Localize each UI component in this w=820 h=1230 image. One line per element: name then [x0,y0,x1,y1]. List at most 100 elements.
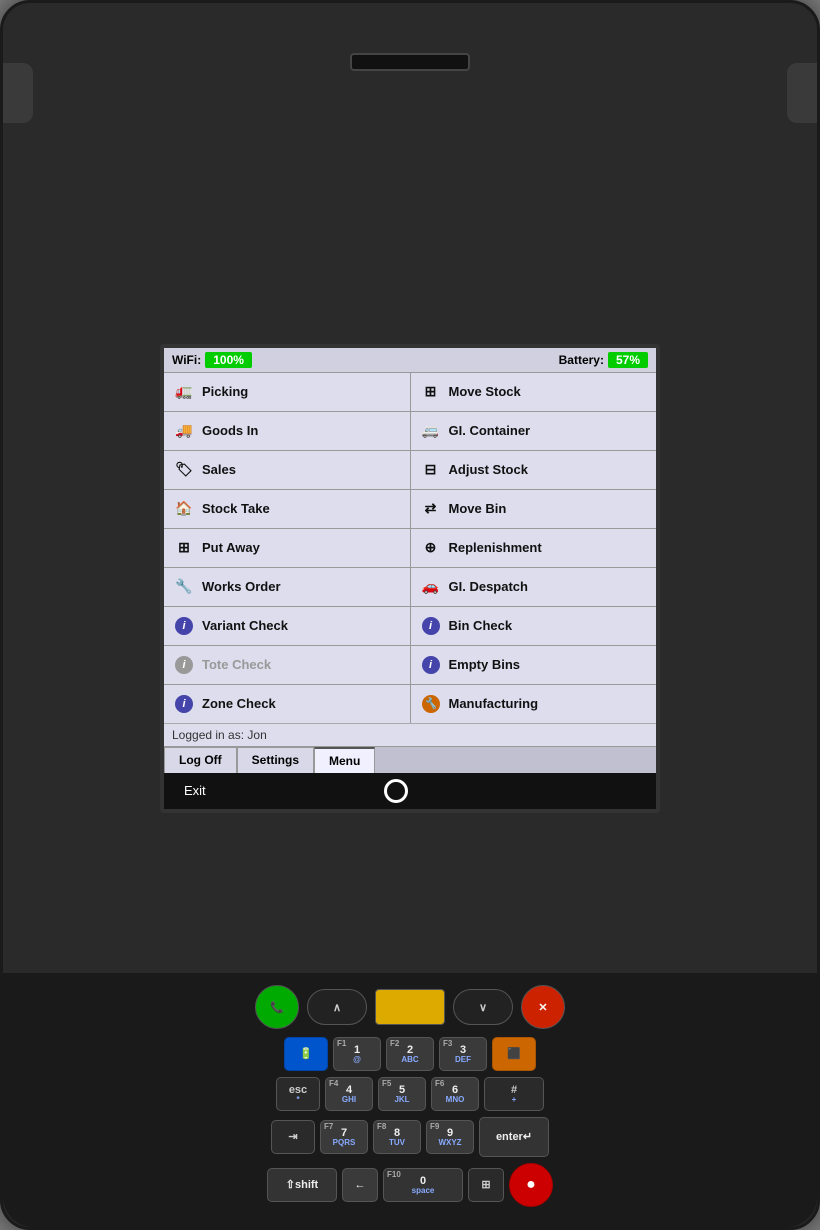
menu-item-manufacturing[interactable]: 🔧 Manufacturing [411,685,657,723]
menu-item-goods-in[interactable]: 🚚 Goods In [164,412,410,450]
screen-container: WiFi: 100% Battery: 57% 🚛 Picking [160,344,660,813]
key-tab[interactable]: ⇥ [271,1120,315,1154]
replenishment-icon: ⊕ [419,538,443,558]
key-hash[interactable]: #+ [484,1077,544,1111]
key-shift[interactable]: ⇧shift [267,1168,337,1202]
yellow-button[interactable] [375,989,445,1025]
menu-item-picking[interactable]: 🚛 Picking [164,373,410,411]
wifi-status: WiFi: 100% [172,352,252,368]
settings-button[interactable]: Settings [237,747,314,773]
status-bar: WiFi: 100% Battery: 57% [164,348,656,372]
key-f6-6[interactable]: F6 6 MNO [431,1077,479,1111]
replenishment-label: Replenishment [449,540,542,555]
menu-item-zone-check[interactable]: i Zone Check [164,685,410,723]
menu-item-gi-despatch[interactable]: 🚗 GI. Despatch [411,568,657,606]
stock-take-label: Stock Take [202,501,270,516]
adjust-stock-icon: ⊟ [419,460,443,480]
zone-check-label: Zone Check [202,696,276,711]
move-bin-icon: ⇄ [419,499,443,519]
menu-item-put-away[interactable]: ⊞ Put Away [164,529,410,567]
kb-rows: 🔋 F1 1 @ F2 2 ABC F3 3 DEF ⬛ [23,1037,797,1207]
left-grip [3,63,33,123]
move-bin-label: Move Bin [449,501,507,516]
key-f9-9[interactable]: F9 9 WXYZ [426,1120,474,1154]
gi-despatch-label: GI. Despatch [449,579,528,594]
gi-despatch-icon: 🚗 [419,577,443,597]
screen-area: WiFi: 100% Battery: 57% 🚛 Picking [3,183,817,973]
menu-item-stock-take[interactable]: 🏠 Stock Take [164,490,410,528]
bin-check-icon: i [419,616,443,636]
menu-item-move-bin[interactable]: ⇄ Move Bin [411,490,657,528]
kb-row-2: esc* F4 4 GHI F5 5 JKL F6 6 MNO #+ [23,1077,797,1111]
battery-status: Battery: 57% [559,352,648,368]
call-button[interactable]: 📞 [255,985,299,1029]
logged-in-status: Logged in as: Jon [172,728,267,742]
key-win[interactable]: ⊞ [468,1168,504,1202]
sales-label: Sales [202,462,236,477]
menu-item-empty-bins[interactable]: i Empty Bins [411,646,657,684]
battery-label: Battery: [559,353,604,367]
bin-check-label: Bin Check [449,618,513,633]
handheld-device: WiFi: 100% Battery: 57% 🚛 Picking [0,0,820,1230]
goods-in-icon: 🚚 [172,421,196,441]
key-orange-r1[interactable]: ⬛ [492,1037,536,1071]
exit-bar: Exit [164,773,656,809]
key-f3-3[interactable]: F3 3 DEF [439,1037,487,1071]
key-bat[interactable]: 🔋 [284,1037,328,1071]
menu-item-works-order[interactable]: 🔧 Works Order [164,568,410,606]
key-f10-0[interactable]: F10 0 space [383,1168,463,1202]
end-button[interactable]: ✕ [521,985,565,1029]
down-button[interactable]: ∨ [453,989,513,1025]
key-f1-1[interactable]: F1 1 @ [333,1037,381,1071]
menu-item-adjust-stock[interactable]: ⊟ Adjust Stock [411,451,657,489]
kb-top-row: 📞 ∧ ∨ ✕ [23,985,797,1029]
empty-bins-label: Empty Bins [449,657,521,672]
adjust-stock-label: Adjust Stock [449,462,528,477]
key-left[interactable]: ← [342,1168,378,1202]
picking-label: Picking [202,384,248,399]
works-order-icon: 🔧 [172,577,196,597]
menu-grid: 🚛 Picking ⊞ Move Stock 🚚 Goods In 🚐 [164,372,656,723]
key-f8-8[interactable]: F8 8 TUV [373,1120,421,1154]
key-red[interactable]: ● [509,1163,553,1207]
menu-button[interactable]: Menu [314,747,375,773]
right-grip [787,63,817,123]
tote-check-label: Tote Check [202,657,271,672]
key-f2-2[interactable]: F2 2 ABC [386,1037,434,1071]
key-enter[interactable]: enter↵ [479,1117,549,1157]
gi-container-label: GI. Container [449,423,531,438]
up-button[interactable]: ∧ [307,989,367,1025]
key-f5-5[interactable]: F5 5 JKL [378,1077,426,1111]
goods-in-label: Goods In [202,423,258,438]
key-f4-4[interactable]: F4 4 GHI [325,1077,373,1111]
exit-label[interactable]: Exit [184,783,206,798]
move-stock-icon: ⊞ [419,382,443,402]
put-away-icon: ⊞ [172,538,196,558]
menu-item-sales[interactable]: 🏷 Sales [164,451,410,489]
menu-item-variant-check[interactable]: i Variant Check [164,607,410,645]
menu-item-replenishment[interactable]: ⊕ Replenishment [411,529,657,567]
status-footer: Logged in as: Jon [164,723,656,746]
barcode-scanner [350,53,470,71]
menu-item-tote-check[interactable]: i Tote Check [164,646,410,684]
menu-item-move-stock[interactable]: ⊞ Move Stock [411,373,657,411]
exit-circle-button[interactable] [384,779,408,803]
works-order-label: Works Order [202,579,281,594]
sales-icon: 🏷 [172,460,196,480]
put-away-label: Put Away [202,540,260,555]
key-f7-7[interactable]: F7 7 PQRS [320,1120,368,1154]
battery-value: 57% [608,352,648,368]
manufacturing-icon: 🔧 [419,694,443,714]
kb-row-3: ⇥ F7 7 PQRS F8 8 TUV F9 9 WXYZ enter↵ [23,1117,797,1157]
keyboard-area: 📞 ∧ ∨ ✕ 🔋 F1 1 @ F2 2 ABC [3,973,817,1227]
wifi-label: WiFi: [172,353,201,367]
screen: WiFi: 100% Battery: 57% 🚛 Picking [164,348,656,809]
logoff-button[interactable]: Log Off [164,747,237,773]
menu-item-bin-check[interactable]: i Bin Check [411,607,657,645]
stock-take-icon: 🏠 [172,499,196,519]
key-esc[interactable]: esc* [276,1077,320,1111]
variant-check-label: Variant Check [202,618,288,633]
manufacturing-label: Manufacturing [449,696,539,711]
menu-item-gi-container[interactable]: 🚐 GI. Container [411,412,657,450]
empty-bins-icon: i [419,655,443,675]
